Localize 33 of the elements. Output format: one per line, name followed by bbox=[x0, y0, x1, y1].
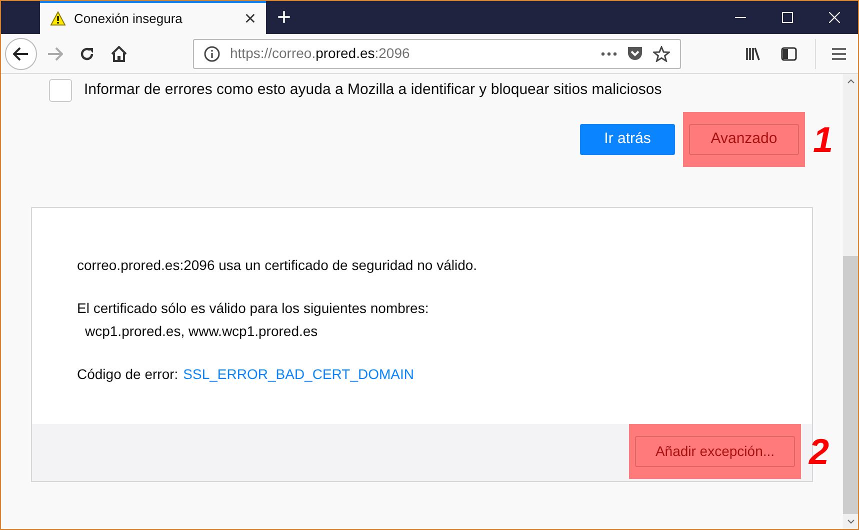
error-code-link[interactable]: SSL_ERROR_BAD_CERT_DOMAIN bbox=[183, 364, 414, 385]
back-button[interactable]: Ir atrás bbox=[580, 124, 675, 155]
home-icon[interactable] bbox=[111, 46, 127, 62]
error-message: correo.prored.es:2096 usa un certificado de seguridad no válido. bbox=[77, 256, 478, 275]
back-button[interactable] bbox=[5, 38, 37, 70]
valid-names: wcp1.prored.es, www.wcp1.prored.es bbox=[84, 322, 319, 341]
menu-icon[interactable] bbox=[832, 48, 846, 60]
scroll-up-icon[interactable] bbox=[846, 79, 854, 84]
info-icon bbox=[204, 46, 220, 62]
warning-icon bbox=[50, 11, 66, 26]
reload-icon[interactable] bbox=[79, 46, 95, 62]
report-checkbox[interactable] bbox=[49, 79, 72, 102]
sidebar-icon[interactable] bbox=[781, 46, 797, 60]
more-icon[interactable] bbox=[601, 52, 617, 56]
back-arrow-icon bbox=[13, 46, 29, 60]
shield-icon[interactable] bbox=[627, 46, 643, 61]
step-number: 1 bbox=[812, 122, 834, 158]
maximize-icon[interactable] bbox=[782, 12, 793, 23]
names-intro: El certificado sólo es válido para los siguientes nombres: bbox=[77, 299, 430, 318]
library-icon[interactable] bbox=[745, 46, 761, 60]
error-code-label: Código de error: bbox=[77, 365, 178, 384]
address-bar[interactable]: https://correo.prored.es:2096 bbox=[193, 38, 681, 68]
step-number: 2 bbox=[808, 434, 830, 470]
new-tab-button[interactable]: + bbox=[266, 1, 302, 34]
scrollbar[interactable] bbox=[843, 74, 858, 529]
close-icon[interactable] bbox=[829, 12, 840, 23]
url-text: https://correo.prored.es:2096 bbox=[230, 44, 411, 63]
browser-tab[interactable]: Conexión insegura × bbox=[40, 1, 266, 34]
star-icon[interactable] bbox=[653, 46, 670, 62]
scroll-down-icon[interactable] bbox=[846, 519, 854, 524]
tab-title: Conexión insegura bbox=[74, 10, 184, 28]
report-label: Informar de errores como esto ayuda a Mozilla a identificar y bloquear sitios maliciosos bbox=[84, 80, 662, 100]
close-tab-button[interactable]: × bbox=[244, 8, 256, 28]
